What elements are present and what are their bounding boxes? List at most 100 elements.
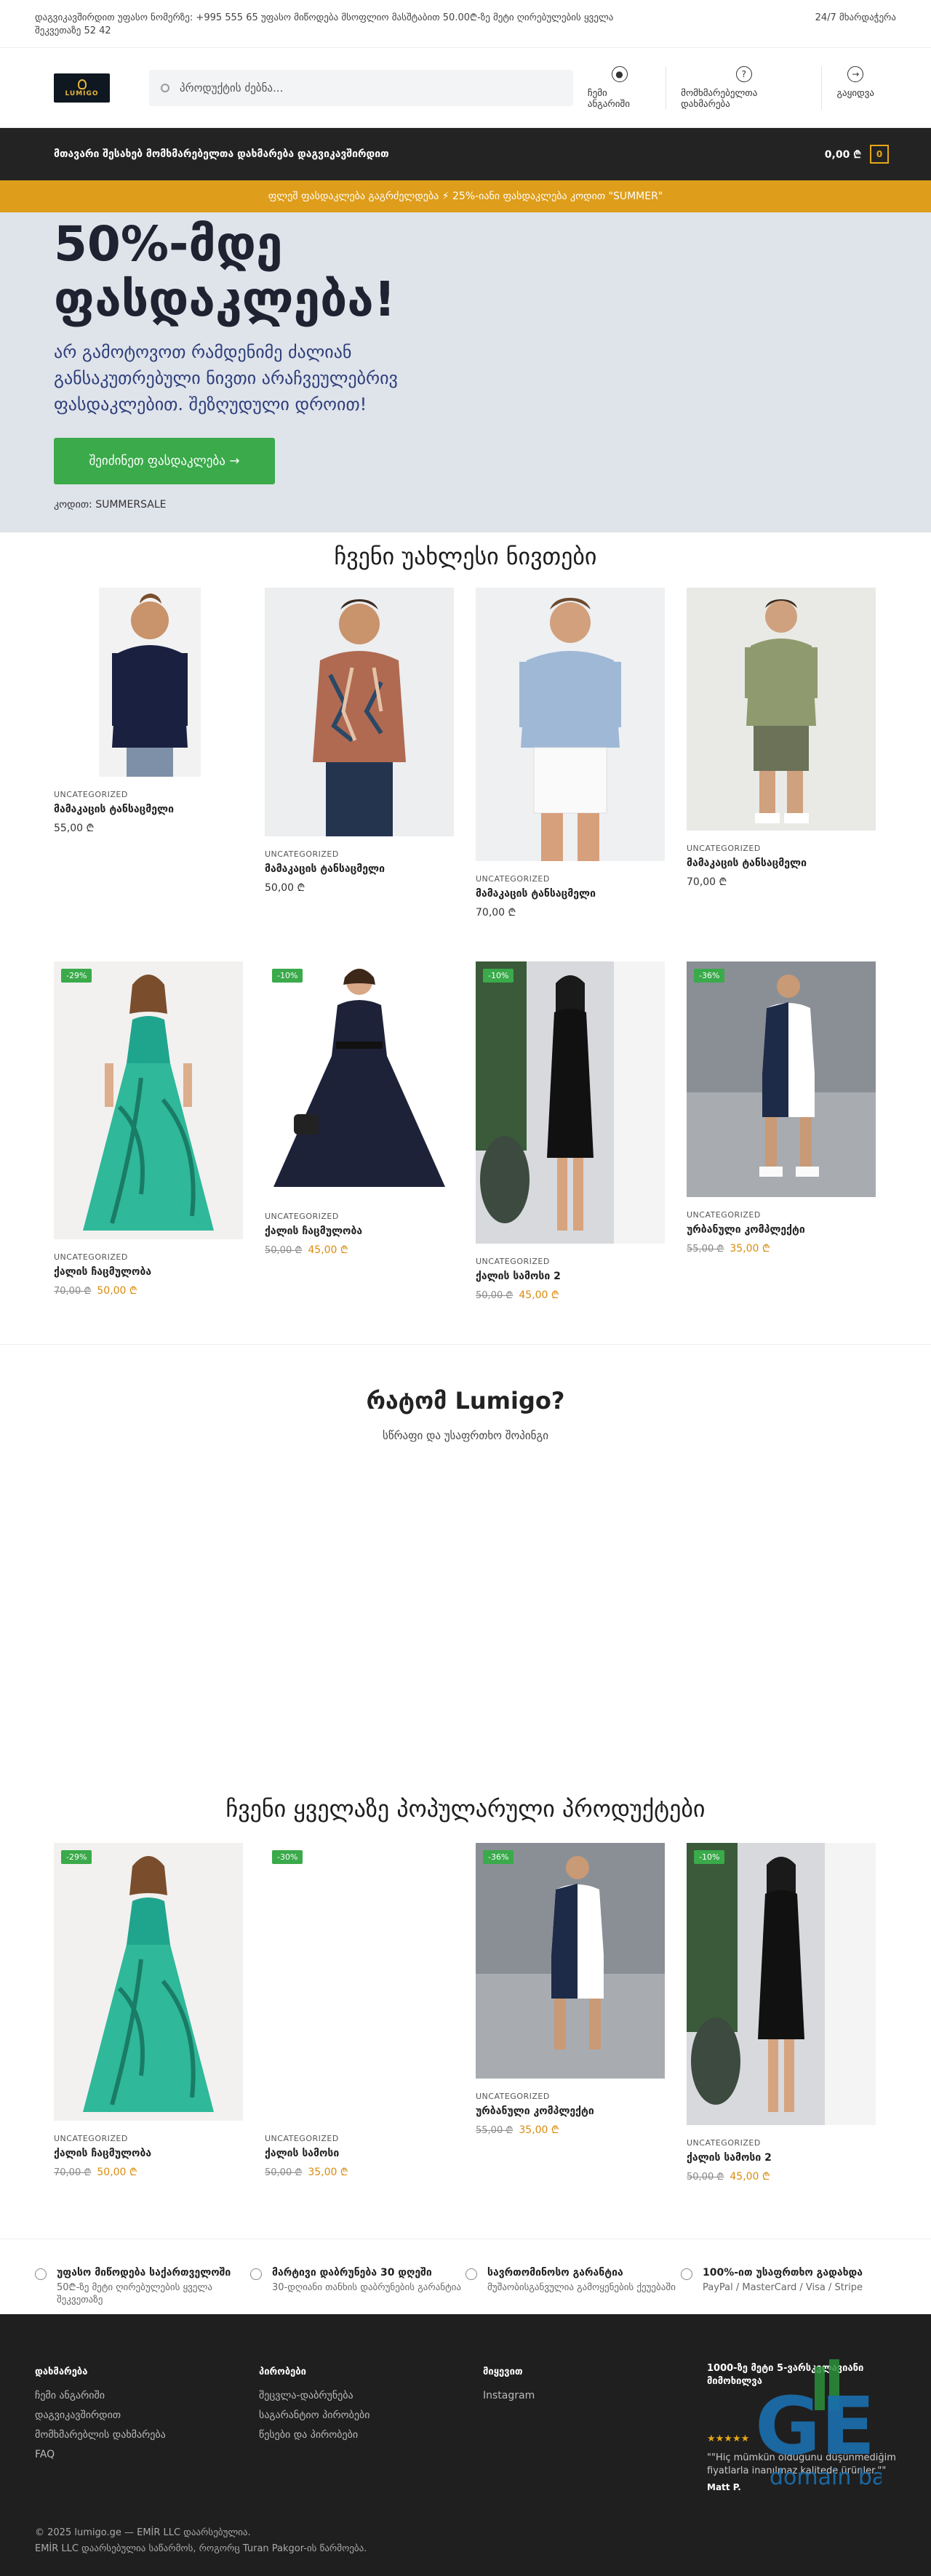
product-card[interactable]: UNCATEGORIZED მამაკაცის ტანსაცმელი 55,00… bbox=[54, 588, 243, 919]
feature-title: სავრთომინოსო გარანტია bbox=[487, 2267, 623, 2279]
old-price: 55,00 ₾ bbox=[476, 2125, 514, 2136]
product-image[interactable] bbox=[265, 588, 454, 836]
product-name[interactable]: ქალის სამოსი 2 bbox=[476, 1271, 665, 1282]
product-name[interactable]: მამაკაცის ტანსაცმელი bbox=[476, 888, 665, 900]
search-input[interactable]: პროდუქტის ძებნა... bbox=[149, 70, 573, 106]
product-card[interactable]: UNCATEGORIZED მამაკაცის ტანსაცმელი 70,00… bbox=[687, 588, 876, 919]
product-image[interactable]: -29% bbox=[54, 961, 243, 1239]
product-name[interactable]: ქალის ჩაცმულობა bbox=[54, 1266, 243, 1278]
shop-sale-button[interactable]: შეიძინეთ ფასდაკლება → bbox=[54, 438, 275, 484]
sale-price: 35,00 ₾ bbox=[730, 1243, 770, 1255]
old-price: 50,00 ₾ bbox=[265, 2167, 303, 2178]
support-link[interactable]: 24/7 მხარდაჭერა bbox=[815, 12, 896, 38]
product-image[interactable]: -36% bbox=[687, 961, 876, 1197]
sell-link[interactable]: → გაყიდვა bbox=[821, 66, 889, 110]
instagram-link[interactable]: Instagram bbox=[483, 2386, 707, 2406]
product-card[interactable]: -29% UNCATEGORIZED ქალის ჩაცმულობა 70,00… bbox=[54, 1843, 243, 2183]
product-card[interactable]: -10% UNCATEGORIZED ქალის სამოსი 2 50,00 … bbox=[476, 961, 665, 1302]
popular-title: ჩვენი ყველაზე პოპულარული პროდუქტები bbox=[225, 1795, 706, 1823]
cart-button[interactable]: 0,00 ₾ 0 bbox=[825, 145, 889, 164]
footer-link[interactable]: შეცვლა-დაბრუნება bbox=[259, 2386, 483, 2406]
product-price: 50,00 ₾ 45,00 ₾ bbox=[687, 2169, 876, 2183]
feature-text: 30-დღიანი თანხის დაბრუნების გარანტია bbox=[272, 2282, 461, 2293]
topbar-announcement: დაგვიკავშირდით უფასო ნომერზე: +995 555 6… bbox=[35, 12, 614, 36]
product-name[interactable]: მამაკაცის ტანსაცმელი bbox=[54, 804, 243, 815]
why-section: რატომ Lumigo? სწრაფი და უსაფრთხო შოპინგი bbox=[0, 1344, 931, 1795]
coupon-code: კოდით: SUMMERSALE bbox=[54, 499, 167, 511]
arrow-right-icon: → bbox=[847, 66, 864, 82]
product-category: UNCATEGORIZED bbox=[265, 2134, 339, 2143]
footer-social: მიყევით Instagram bbox=[483, 2362, 707, 2495]
product-image[interactable]: -10% bbox=[265, 961, 454, 1199]
discount-badge: -10% bbox=[272, 969, 303, 983]
product-image[interactable] bbox=[54, 588, 243, 777]
footer-link[interactable]: მომხმარებლის დახმარება bbox=[35, 2425, 259, 2445]
product-image[interactable]: -10% bbox=[476, 961, 665, 1244]
feature-item: მარტივი დაბრუნება 30 დღეში 30-დღიანი თანხ… bbox=[250, 2267, 466, 2306]
feature-text: PayPal / MasterCard / Visa / Stripe bbox=[703, 2282, 863, 2293]
promo-banner: ფლეშ ფასდაკლება გაგრძელდება ⚡ 25%-იანი ფ… bbox=[0, 180, 931, 212]
product-name[interactable]: ქალის სამოსი 2 bbox=[687, 2152, 876, 2164]
product-card[interactable]: -30% UNCATEGORIZED ქალის სამოსი 50,00 ₾ 3… bbox=[265, 1843, 454, 2183]
product-card[interactable]: UNCATEGORIZED მამაკაცის ტანსაცმელი 50,00… bbox=[265, 588, 454, 919]
product-card[interactable]: -10% UNCATEGORIZED ქალის სამოსი 2 50,00 … bbox=[687, 1843, 876, 2183]
help-link[interactable]: ? მომხმარებელთა დახმარება bbox=[666, 66, 821, 110]
product-name[interactable]: მამაკაცის ტანსაცმელი bbox=[687, 857, 876, 869]
popular-row: -29% UNCATEGORIZED ქალის ჩაცმულობა 70,00… bbox=[35, 1843, 896, 2183]
product-category: UNCATEGORIZED bbox=[476, 874, 550, 884]
footer-link[interactable]: საგარანტიო პირობები bbox=[259, 2406, 483, 2425]
lock-icon bbox=[681, 2268, 692, 2280]
footer-help: დახმარება ჩემი ანგარიში დაგვიკავშირდით მ… bbox=[35, 2362, 259, 2495]
product-image[interactable] bbox=[476, 588, 665, 861]
hero-text: არ გამოტოვოთ რამდენიმე ძალიან განსაკუთრე… bbox=[54, 342, 398, 415]
site-logo[interactable]: LUMIGO bbox=[54, 73, 111, 103]
discount-badge: -10% bbox=[483, 969, 514, 983]
footer-link[interactable]: FAQ bbox=[35, 2445, 259, 2465]
watermark-small: domain base bbox=[770, 2465, 882, 2490]
product-image[interactable]: -30% bbox=[265, 1843, 454, 2128]
sale-price: 35,00 ₾ bbox=[308, 2167, 348, 2178]
product-price: 50,00 ₾ 45,00 ₾ bbox=[476, 1288, 665, 1302]
feature-item: სავრთომინოსო გარანტია მუშაობისგანვულია გა… bbox=[466, 2267, 681, 2306]
header-nav: ● ჩემი ანგარიში ? მომხმარებელთა დახმარება … bbox=[573, 66, 889, 110]
new-items-row-2: -29% UNCATEGORIZED ქალის ჩაცმულობა 70,00… bbox=[35, 961, 896, 1302]
account-link[interactable]: ● ჩემი ანგარიში bbox=[573, 66, 666, 110]
logo-text: LUMIGO bbox=[65, 89, 99, 97]
sale-price: 45,00 ₾ bbox=[308, 1244, 348, 1256]
footer-link[interactable]: დაგვიკავშირდით bbox=[35, 2406, 259, 2425]
nav-menu[interactable]: მთავარი შესახებ მომხმარებელთა დახმარება … bbox=[54, 148, 389, 160]
footer-link[interactable]: წესები და პირობები bbox=[259, 2425, 483, 2445]
product-name[interactable]: ქალის სამოსი bbox=[265, 2148, 454, 2159]
footer-link[interactable]: ჩემი ანგარიში bbox=[35, 2386, 259, 2406]
product-card[interactable]: UNCATEGORIZED მამაკაცის ტანსაცმელი 70,00… bbox=[476, 588, 665, 919]
product-name[interactable]: ქალის ჩაცმულობა bbox=[265, 1225, 454, 1237]
sale-price: 35,00 ₾ bbox=[519, 2124, 559, 2136]
product-name[interactable]: ურბანული კომპლექტი bbox=[476, 2105, 665, 2117]
product-category: UNCATEGORIZED bbox=[265, 1212, 339, 1221]
product-card[interactable]: -29% UNCATEGORIZED ქალის ჩაცმულობა 70,00… bbox=[54, 961, 243, 1302]
product-price: 70,00 ₾ bbox=[476, 907, 516, 919]
product-category: UNCATEGORIZED bbox=[54, 1252, 128, 1262]
product-name[interactable]: ქალის ჩაცმულობა bbox=[54, 2148, 243, 2159]
product-card[interactable]: -36% UNCATEGORIZED ურბანული კომპლექტი 55… bbox=[687, 961, 876, 1302]
product-image[interactable]: -10% bbox=[687, 1843, 876, 2125]
product-image[interactable]: -36% bbox=[476, 1843, 665, 2079]
feature-text: მუშაობისგანვულია გამოყენების ქეუებაში bbox=[487, 2282, 676, 2293]
product-name[interactable]: ურბანული კომპლექტი bbox=[687, 1224, 876, 1236]
product-price: 50,00 ₾ 45,00 ₾ bbox=[265, 1243, 454, 1257]
product-name[interactable]: მამაკაცის ტანსაცმელი bbox=[265, 863, 454, 875]
site-footer: დახმარება ჩემი ანგარიში დაგვიკავშირდით მ… bbox=[0, 2314, 931, 2576]
sale-price: 45,00 ₾ bbox=[519, 1289, 559, 1301]
product-price: 70,00 ₾ 50,00 ₾ bbox=[54, 1284, 243, 1297]
footer-heading: დახმარება bbox=[35, 2367, 88, 2377]
hero-section: 50%-მდე ფასდაკლება! არ გამოტოვოთ რამდენი… bbox=[0, 212, 931, 532]
product-card[interactable]: -36% UNCATEGORIZED ურბანული კომპლექტი 55… bbox=[476, 1843, 665, 2183]
product-price: 55,00 ₾ bbox=[54, 823, 95, 834]
product-image[interactable]: -29% bbox=[54, 1843, 243, 2121]
product-image[interactable] bbox=[687, 588, 876, 831]
product-category: UNCATEGORIZED bbox=[54, 790, 128, 799]
product-card[interactable]: -10% UNCATEGORIZED ქალის ჩაცმულობა 50,00… bbox=[265, 961, 454, 1302]
copyright: © 2025 lumigo.ge — EMİR LLC დაარსებულია.… bbox=[35, 2525, 367, 2557]
new-items-title: ჩვენი უახლესი ნივთები bbox=[334, 543, 597, 570]
watermark-big: GE bbox=[755, 2380, 875, 2473]
